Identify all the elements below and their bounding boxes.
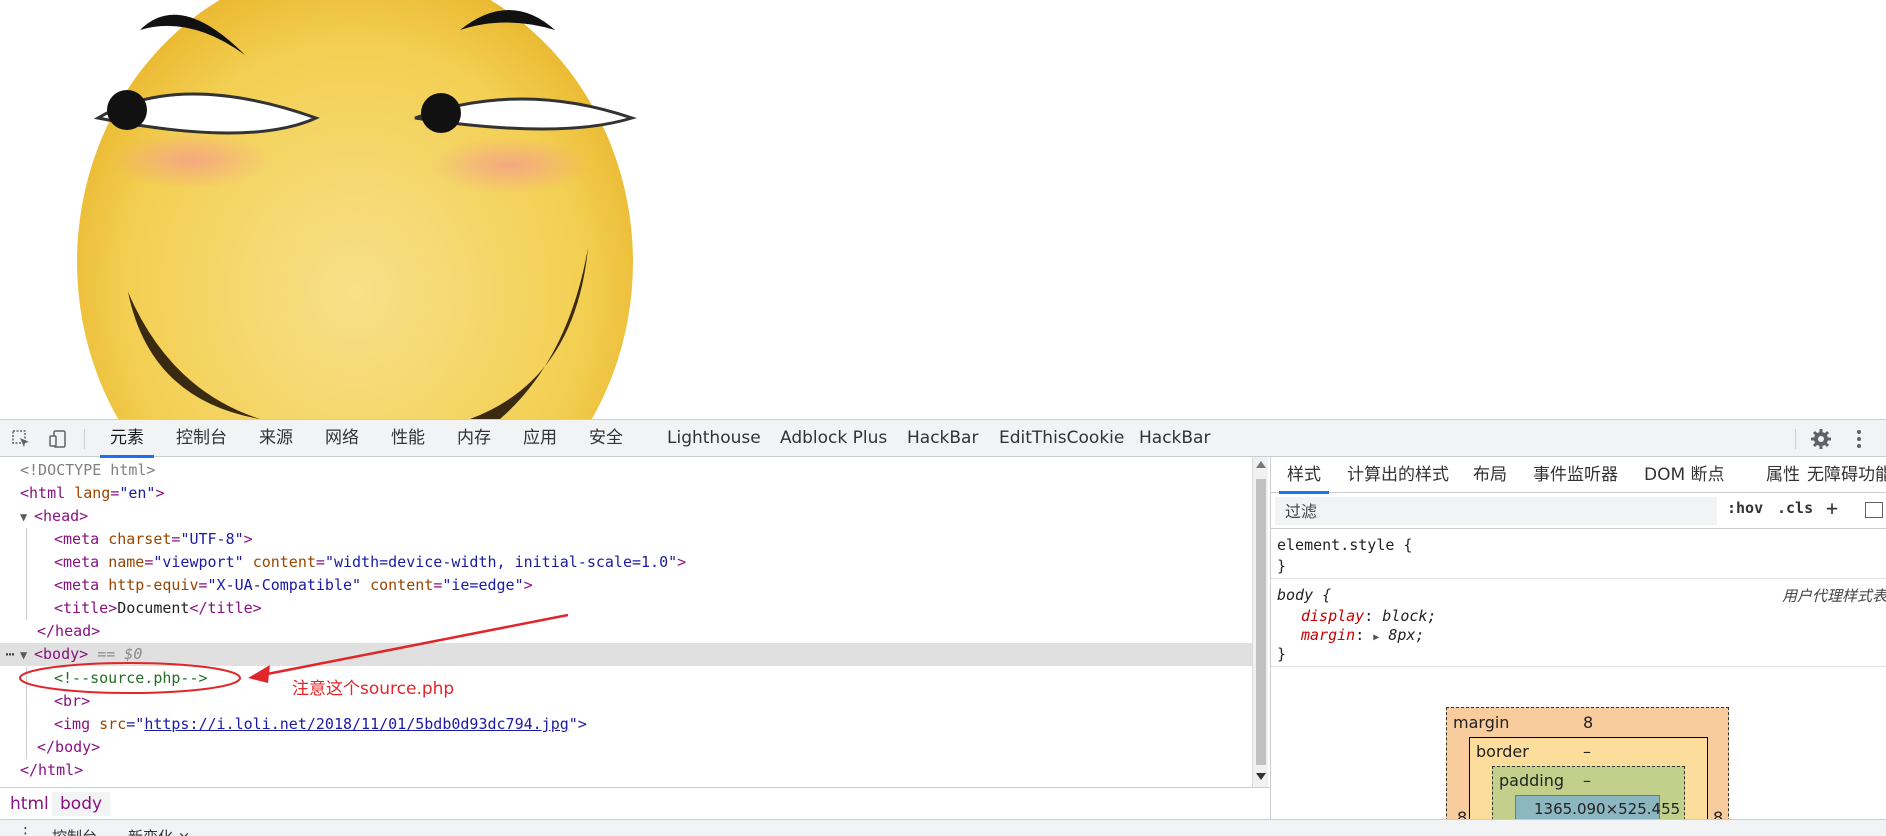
drawer-menu-icon[interactable]: ⋮ <box>18 824 33 836</box>
tab-elements[interactable]: 元素 <box>100 420 154 458</box>
tab-hackbar[interactable]: HackBar <box>907 420 978 457</box>
prop-display[interactable]: display: block; <box>1301 607 1436 625</box>
body-ua-rule: body { 用户代理样式表 display: block; margin: ▶… <box>1271 581 1886 667</box>
tree-line-doctype[interactable]: <!DOCTYPE html> <box>20 459 155 482</box>
cls-toggle[interactable]: .cls <box>1777 499 1813 517</box>
new-rule-button[interactable]: + <box>1826 496 1838 520</box>
tab-application[interactable]: 应用 <box>523 420 557 457</box>
tab-adblock-plus[interactable]: Adblock Plus <box>780 420 887 457</box>
more-options-icon[interactable] <box>1846 426 1872 452</box>
tab-security[interactable]: 安全 <box>589 420 623 457</box>
tab-lighthouse[interactable]: Lighthouse <box>667 420 761 457</box>
devtools-panel: 元素 控制台 来源 网络 性能 内存 应用 安全 Lighthouse Adbl… <box>0 419 1886 836</box>
box-model-content[interactable]: 1365.090×525.455 <box>1515 795 1680 819</box>
devtools-toolbar: 元素 控制台 来源 网络 性能 内存 应用 安全 Lighthouse Adbl… <box>0 420 1886 458</box>
gear-icon[interactable] <box>1808 426 1834 452</box>
expand-triangle-icon[interactable]: ▼ <box>20 644 34 667</box>
toggle-sidebar-icon[interactable] <box>1865 502 1883 518</box>
breadcrumb: html body <box>0 787 1270 819</box>
hov-toggle[interactable]: :hov <box>1727 499 1763 517</box>
tree-line-title[interactable]: <title>Document</title> <box>54 597 262 620</box>
expand-triangle-icon[interactable]: ▶ <box>1373 632 1379 643</box>
tree-line-html[interactable]: <html lang="en"> <box>20 482 165 505</box>
tab-hackbar-2[interactable]: HackBar <box>1139 420 1210 457</box>
box-model-margin[interactable]: margin 8 8 8 border – padding – 1365.090… <box>1446 707 1729 819</box>
prop-margin[interactable]: margin: ▶ 8px; <box>1301 626 1424 644</box>
inspect-element-icon[interactable] <box>8 426 34 452</box>
tree-line-img[interactable]: <img src="https://i.loli.net/2018/11/01/… <box>54 713 587 736</box>
elements-tree: <!DOCTYPE html> <html lang="en"> ▼ <head>… <box>0 457 1252 787</box>
styles-filter-input[interactable] <box>1275 497 1717 525</box>
user-agent-stylesheet-label: 用户代理样式表 <box>1781 587 1886 605</box>
tab-network[interactable]: 网络 <box>325 420 359 457</box>
tree-line-body-close[interactable]: </body> <box>37 736 100 759</box>
tab-memory[interactable]: 内存 <box>457 420 491 457</box>
styles-tabs: 样式 计算出的样式 布局 事件监听器 DOM 断点 属性 无障碍功能 <box>1271 457 1886 494</box>
element-style-rule: element.style { } <box>1271 531 1886 579</box>
tab-properties[interactable]: 属性 <box>1766 457 1800 493</box>
styles-pane: 样式 计算出的样式 布局 事件监听器 DOM 断点 属性 无障碍功能 :hov … <box>1270 457 1886 819</box>
tab-styles[interactable]: 样式 <box>1279 457 1329 494</box>
drawer-tab-console[interactable]: 控制台 <box>52 826 97 836</box>
smiley-face-image <box>77 0 637 419</box>
drawer-tabs: ⋮ 控制台 新变化 × <box>0 819 1886 836</box>
tab-computed[interactable]: 计算出的样式 <box>1347 457 1449 493</box>
tab-layout[interactable]: 布局 <box>1473 457 1507 493</box>
body-rule-selector[interactable]: body { <box>1277 586 1331 604</box>
expand-triangle-icon[interactable]: ▼ <box>20 506 34 529</box>
breadcrumb-body[interactable]: body <box>52 792 111 816</box>
img-src-link[interactable]: https://i.loli.net/2018/11/01/5bdb0d93dc… <box>144 715 568 733</box>
tab-performance[interactable]: 性能 <box>391 420 425 457</box>
box-model-diagram: margin 8 8 8 border – padding – 1365.090… <box>1446 707 1729 819</box>
tree-line-head[interactable]: ▼ <head> <box>20 505 88 528</box>
scrollbar-thumb[interactable] <box>1256 479 1266 765</box>
tab-editthiscookie[interactable]: EditThisCookie <box>999 420 1124 457</box>
tab-dom-breakpoints[interactable]: DOM 断点 <box>1644 457 1725 493</box>
device-toolbar-icon[interactable] <box>45 426 71 452</box>
elements-scrollbar[interactable] <box>1252 457 1268 787</box>
tree-line-meta-compat[interactable]: <meta http-equiv="X-UA-Compatible" conte… <box>54 574 533 597</box>
tab-accessibility[interactable]: 无障碍功能 <box>1807 457 1886 493</box>
ellipsis-icon[interactable]: ⋯ <box>0 643 20 666</box>
tree-line-br[interactable]: <br> <box>54 690 90 713</box>
tree-line-meta-viewport[interactable]: <meta name="viewport" content="width=dev… <box>54 551 686 574</box>
tree-line-head-close[interactable]: </head> <box>37 620 100 643</box>
tree-line-meta-charset[interactable]: <meta charset="UTF-8"> <box>54 528 253 551</box>
tab-console[interactable]: 控制台 <box>176 420 227 457</box>
box-model-padding[interactable]: padding – 1365.090×525.455 <box>1492 766 1685 819</box>
tab-event-listeners[interactable]: 事件监听器 <box>1533 457 1618 493</box>
annotation-note: 注意这个source.php <box>292 679 455 699</box>
page-viewport <box>0 0 1886 419</box>
tree-line-html-close[interactable]: </html> <box>20 759 83 782</box>
breadcrumb-html[interactable]: html <box>2 792 57 816</box>
filter-row: :hov .cls + <box>1271 493 1886 529</box>
element-style-selector[interactable]: element.style { <box>1277 536 1412 554</box>
tab-sources[interactable]: 来源 <box>259 420 293 457</box>
tree-line-comment[interactable]: <!--source.php--> <box>54 667 208 690</box>
box-model-border[interactable]: border – padding – 1365.090×525.455 <box>1469 737 1708 819</box>
drawer-tab-whats-new[interactable]: 新变化 × <box>128 826 190 836</box>
tree-line-body-selected[interactable]: ⋯ ▼ <body> == $0 <box>0 643 1252 666</box>
